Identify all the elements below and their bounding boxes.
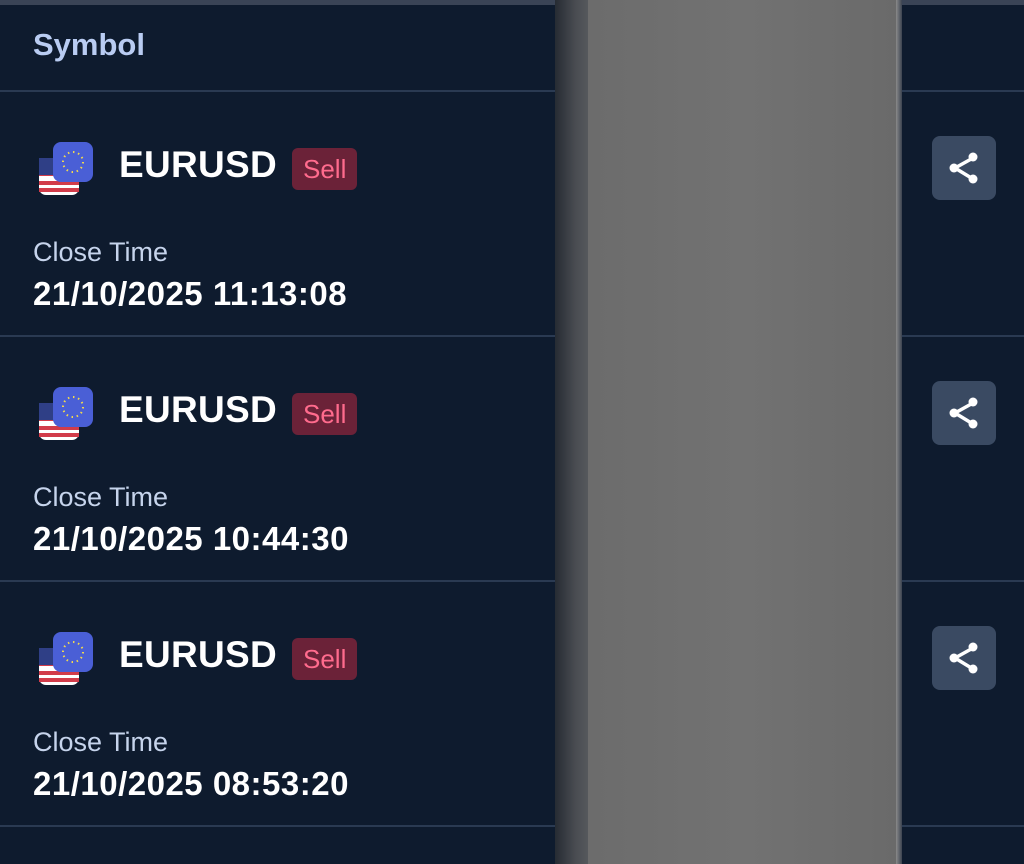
- trade-symbol: EURUSD: [119, 634, 278, 675]
- eurusd-flag-icon: [38, 631, 94, 687]
- eurusd-flag-icon: [38, 141, 94, 197]
- trade-symbol: EURUSD: [119, 389, 278, 430]
- share-icon: [949, 152, 978, 184]
- eurusd-flag-icon: [38, 386, 94, 442]
- close-time-value: 21/10/2025 10:44:30: [33, 520, 349, 557]
- close-time-label: Close Time: [33, 237, 169, 267]
- close-time-value: 21/10/2025 11:13:08: [33, 275, 348, 312]
- close-time-label: Close Time: [33, 727, 169, 757]
- sell-badge: Sell: [292, 393, 358, 435]
- symbol-column-header[interactable]: Symbol: [33, 27, 145, 63]
- trade-symbol: EURUSD: [119, 144, 278, 185]
- redaction-edge: [896, 0, 902, 864]
- share-button[interactable]: [932, 136, 996, 200]
- redaction-shadow: [555, 0, 590, 864]
- sell-badge: Sell: [292, 638, 358, 680]
- close-time-value: 21/10/2025 08:53:20: [33, 765, 349, 802]
- share-button[interactable]: [932, 626, 996, 690]
- share-icon: [949, 397, 978, 429]
- close-time-label: Close Time: [33, 482, 169, 512]
- share-icon: [949, 642, 978, 674]
- redaction-panel: [588, 0, 900, 864]
- sell-badge: Sell: [292, 148, 358, 190]
- share-button[interactable]: [932, 381, 996, 445]
